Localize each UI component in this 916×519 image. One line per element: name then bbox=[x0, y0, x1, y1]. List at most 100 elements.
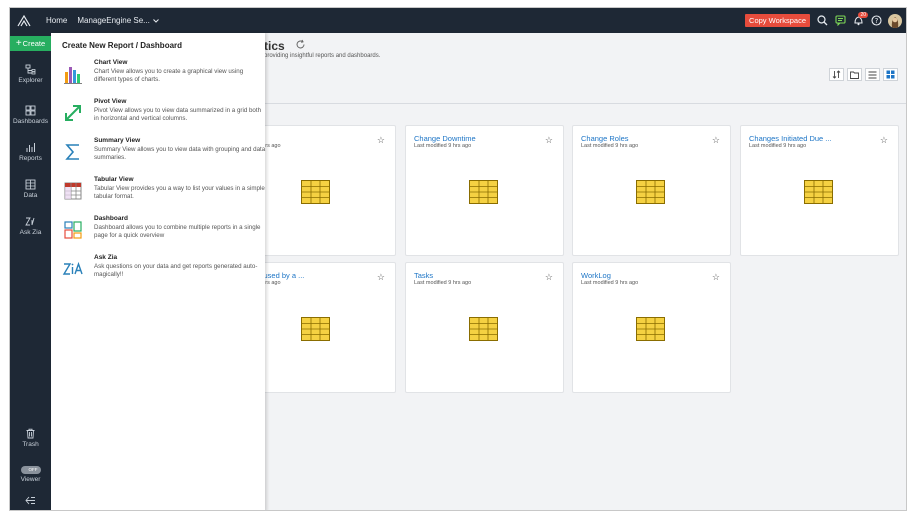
viewer-toggle[interactable]: OFF Viewer bbox=[10, 466, 51, 483]
tabular-view-icon bbox=[64, 182, 82, 200]
summary-view-icon bbox=[65, 144, 79, 160]
card-meta: Last modified 9 hrs ago bbox=[581, 143, 639, 149]
table-icon bbox=[804, 180, 833, 204]
page-subtitle: providing insightful reports and dashboa… bbox=[264, 53, 381, 59]
menu-item-dashboard[interactable]: Dashboard Dashboard allows you to combin… bbox=[62, 215, 262, 251]
report-card[interactable]: Tasks Last modified 9 hrs ago ☆ bbox=[405, 262, 564, 393]
nav-label: Ask Zia bbox=[19, 229, 42, 236]
panel-title: Create New Report / Dashboard bbox=[62, 41, 183, 50]
star-icon[interactable]: ☆ bbox=[377, 272, 385, 283]
nav-item-ask-zia[interactable]: Ask Zia bbox=[10, 216, 51, 236]
nav-label: Data bbox=[23, 192, 38, 199]
star-icon[interactable]: ☆ bbox=[545, 135, 553, 146]
card-meta: Last modified 9 hrs ago bbox=[749, 143, 807, 149]
menu-item-name: Dashboard bbox=[94, 215, 128, 222]
plus-icon: + bbox=[15, 37, 22, 49]
zia-icon bbox=[25, 217, 35, 226]
chart-view-icon bbox=[64, 67, 82, 84]
view-toolbar bbox=[829, 68, 898, 81]
page-title: tics bbox=[264, 39, 285, 53]
menu-item-tabular-view[interactable]: Tabular View Tabular View provides you a… bbox=[62, 176, 265, 212]
trash-icon bbox=[26, 428, 35, 439]
explorer-icon bbox=[25, 64, 36, 75]
menu-item-ask-zia[interactable]: Ask Zia Ask questions on your data and g… bbox=[62, 254, 262, 290]
nav-item-explorer[interactable]: Explorer bbox=[10, 64, 51, 84]
comments-icon[interactable] bbox=[834, 15, 846, 27]
card-title[interactable]: WorkLog bbox=[581, 271, 611, 280]
copy-workspace-button[interactable]: Copy Workspace bbox=[745, 14, 810, 27]
folder-icon bbox=[850, 71, 859, 79]
left-navigation: + Create Explorer Dashboards Reports Dat… bbox=[10, 33, 51, 510]
top-bar: Home ManageEngine Se... Copy Workspace 2… bbox=[10, 8, 906, 33]
report-card[interactable]: Changes Initiated Due ... Last modified … bbox=[740, 125, 899, 256]
card-title[interactable]: Changes Initiated Due ... bbox=[749, 134, 832, 143]
star-icon[interactable]: ☆ bbox=[545, 272, 553, 283]
viewer-label: Viewer bbox=[20, 476, 41, 483]
menu-item-desc: Dashboard allows you to combine multiple… bbox=[94, 224, 261, 239]
table-icon bbox=[469, 180, 498, 204]
nav-item-data[interactable]: Data bbox=[10, 179, 51, 199]
menu-item-name: Tabular View bbox=[94, 176, 134, 183]
nav-item-reports[interactable]: Reports bbox=[10, 142, 51, 162]
report-card[interactable]: Change Downtime Last modified 9 hrs ago … bbox=[405, 125, 564, 256]
workspace-selector[interactable]: ManageEngine Se... bbox=[77, 16, 159, 25]
refresh-icon[interactable] bbox=[295, 39, 306, 50]
list-view-button[interactable] bbox=[865, 68, 880, 81]
svg-text:?: ? bbox=[874, 17, 878, 25]
help-icon[interactable]: ? bbox=[870, 15, 882, 27]
reports-icon bbox=[26, 143, 35, 152]
dashboard-icon bbox=[64, 221, 82, 239]
report-card[interactable]: WorkLog Last modified 9 hrs ago ☆ bbox=[572, 262, 731, 393]
nav-label: Explorer bbox=[18, 77, 43, 84]
pivot-view-icon bbox=[65, 105, 81, 121]
grid-icon bbox=[886, 70, 895, 79]
sort-icon bbox=[832, 70, 841, 79]
menu-item-desc: Summary View allows you to view data wit… bbox=[94, 146, 266, 161]
data-icon bbox=[25, 179, 36, 190]
list-icon bbox=[868, 71, 877, 78]
folder-view-button[interactable] bbox=[847, 68, 862, 81]
card-title[interactable]: Tasks bbox=[414, 271, 433, 280]
menu-item-name: Chart View bbox=[94, 59, 128, 66]
menu-item-desc: Ask questions on your data and get repor… bbox=[94, 263, 258, 278]
workspace-name: ManageEngine Se... bbox=[77, 16, 150, 25]
table-icon bbox=[636, 317, 665, 341]
menu-item-desc: Tabular View provides you a way to list … bbox=[94, 185, 265, 200]
card-title[interactable]: Change Downtime bbox=[414, 134, 476, 143]
home-link[interactable]: Home bbox=[46, 16, 67, 25]
app-logo-icon[interactable] bbox=[10, 8, 38, 33]
collapse-nav-icon[interactable] bbox=[10, 496, 51, 507]
nav-item-trash[interactable]: Trash bbox=[10, 428, 51, 448]
notifications-icon[interactable]: 20 bbox=[852, 11, 868, 27]
star-icon[interactable]: ☆ bbox=[712, 135, 720, 146]
grid-view-button[interactable] bbox=[883, 68, 898, 81]
nav-label: Reports bbox=[19, 155, 42, 162]
create-button[interactable]: + Create bbox=[10, 36, 51, 51]
search-icon[interactable] bbox=[816, 15, 828, 27]
ask-zia-icon bbox=[62, 261, 83, 275]
table-icon bbox=[301, 180, 330, 204]
sort-button[interactable] bbox=[829, 68, 844, 81]
menu-item-desc: Pivot View allows you to view data summa… bbox=[94, 107, 262, 122]
toggle-switch[interactable]: OFF bbox=[20, 466, 41, 474]
table-icon bbox=[636, 180, 665, 204]
avatar[interactable] bbox=[888, 13, 902, 28]
notification-badge: 20 bbox=[858, 11, 868, 18]
card-meta: Last modified 9 hrs ago bbox=[414, 280, 472, 286]
menu-item-chart-view[interactable]: Chart View Chart View allows you to crea… bbox=[62, 59, 262, 95]
star-icon[interactable]: ☆ bbox=[377, 135, 385, 146]
create-menu-panel: Create New Report / Dashboard Chart View… bbox=[51, 33, 265, 510]
nav-label: Trash bbox=[22, 441, 39, 448]
menu-item-pivot-view[interactable]: Pivot View Pivot View allows you to view… bbox=[62, 98, 262, 134]
table-icon bbox=[301, 317, 330, 341]
menu-item-desc: Chart View allows you to create a graphi… bbox=[94, 68, 244, 83]
menu-item-summary-view[interactable]: Summary View Summary View allows you to … bbox=[62, 137, 265, 173]
card-meta: Last modified 9 hrs ago bbox=[414, 143, 472, 149]
nav-item-dashboards[interactable]: Dashboards bbox=[10, 105, 51, 125]
star-icon[interactable]: ☆ bbox=[712, 272, 720, 283]
menu-item-name: Pivot View bbox=[94, 98, 127, 105]
app-window: Home ManageEngine Se... Copy Workspace 2… bbox=[9, 7, 907, 511]
star-icon[interactable]: ☆ bbox=[880, 135, 888, 146]
report-card[interactable]: Change Roles Last modified 9 hrs ago ☆ bbox=[572, 125, 731, 256]
card-title[interactable]: Change Roles bbox=[581, 134, 629, 143]
